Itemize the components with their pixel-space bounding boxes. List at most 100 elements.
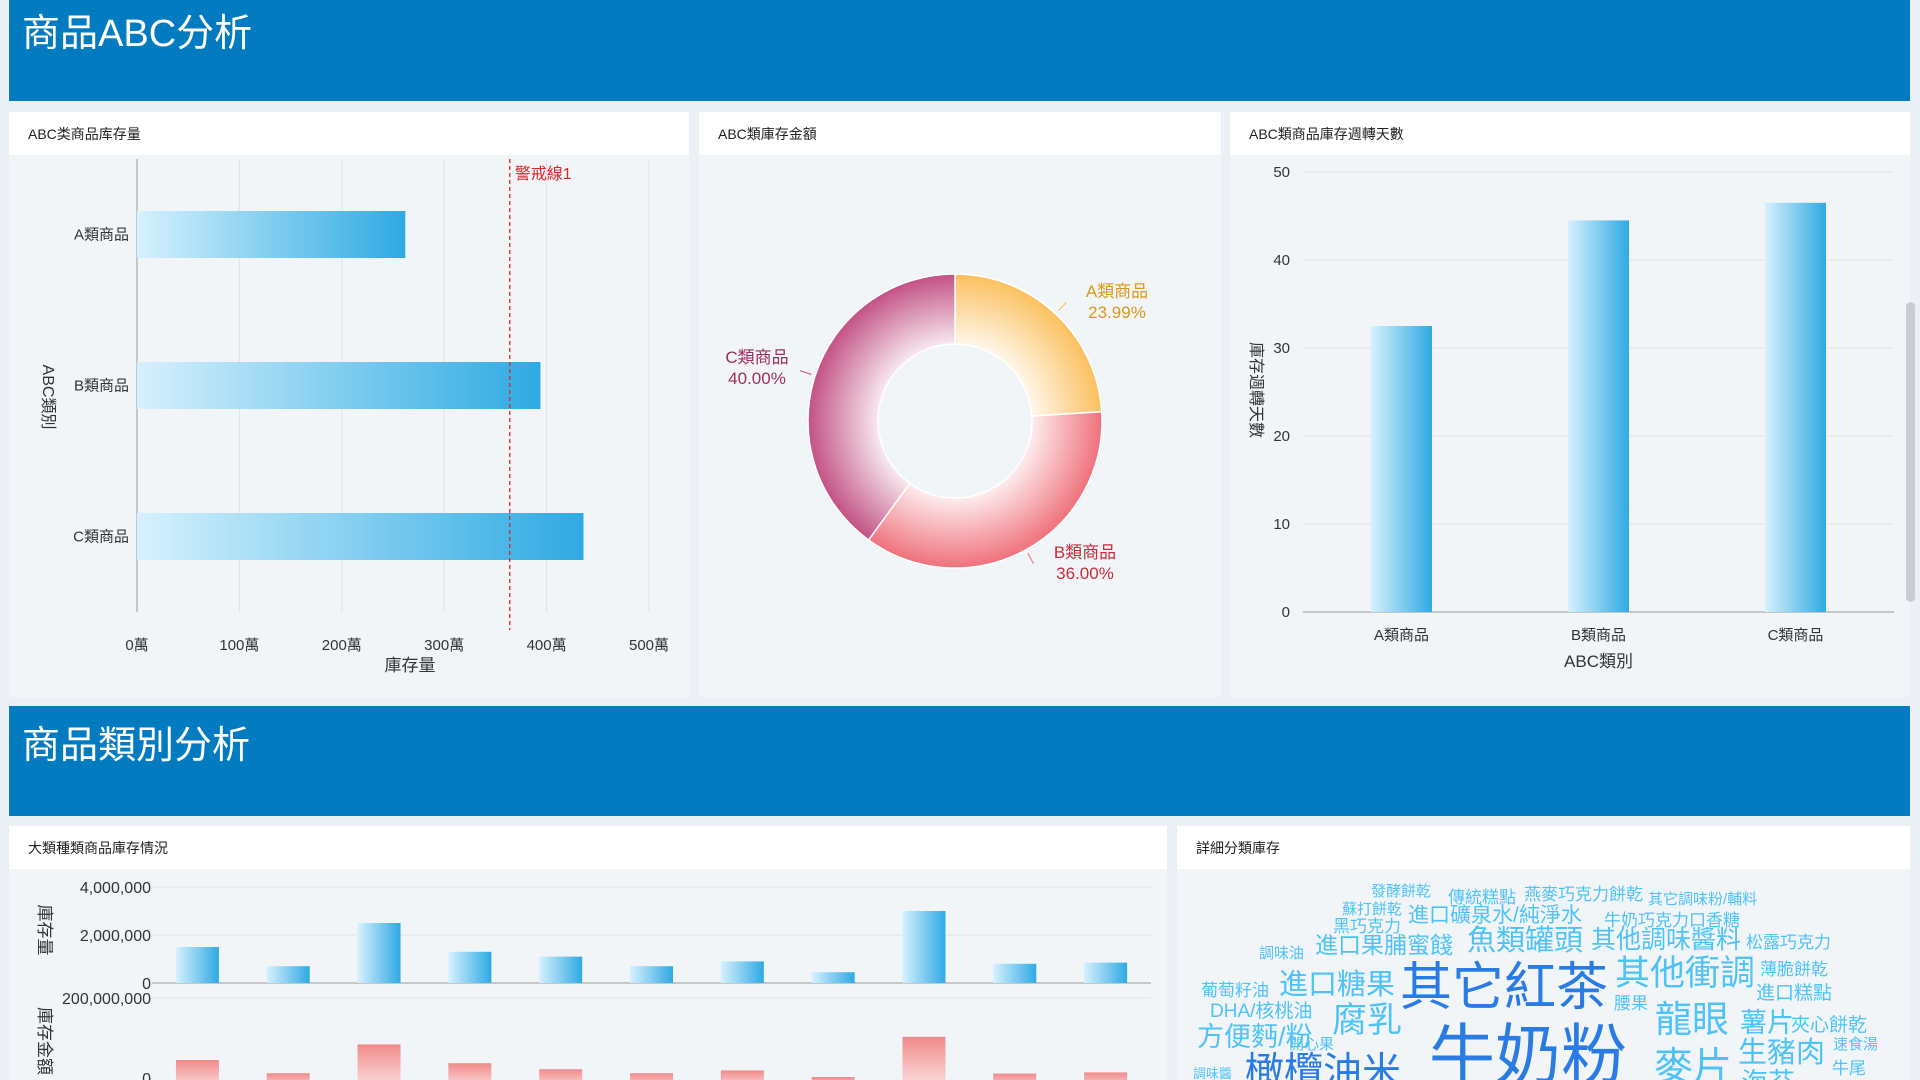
- bottom-bar-1: [175, 1060, 219, 1080]
- x-axis-title: ABC類別: [1564, 652, 1633, 671]
- x-tick-label: 500萬: [629, 637, 669, 654]
- bar-1: [1371, 326, 1432, 612]
- bottom-bar-9: [902, 1036, 946, 1080]
- slice-label: A類商品: [1086, 282, 1148, 301]
- section-abc-banner: 商品ABC分析: [9, 0, 1910, 101]
- x-tick-label: 300萬: [424, 637, 464, 654]
- wordcloud-word: 其它調味粉/輔料: [1648, 890, 1757, 908]
- wordcloud-word: 海苔: [1741, 1068, 1795, 1080]
- detail-wordcloud: 發酵餅乾 傳統糕點 燕麥巧克力餅乾 其它調味粉/輔料蘇打餅乾 進口礦泉水/純淨水 牛奶巧克…: [1193, 883, 1878, 1080]
- wordcloud-word: 進口礦泉水/純淨水: [1408, 904, 1582, 927]
- panel-stock-amount: ABC類庫存金額 A類商品 23.99% B類商品 36.00% C類商品 40.00%: [699, 112, 1221, 697]
- stock-amount-chart: A類商品 23.99% B類商品 36.00% C類商品 40.00%: [725, 273, 1148, 583]
- slice-label: B類商品: [1054, 543, 1116, 562]
- top-bar-7: [720, 961, 764, 983]
- wordcloud-word: 龍眼: [1655, 999, 1729, 1040]
- wordcloud-word: 牛奶粉: [1429, 1018, 1627, 1080]
- wordcloud-word: 調味醬: [1193, 1066, 1232, 1080]
- section-title: 商品類別分析: [22, 725, 251, 767]
- wordcloud-word: 進口果脯蜜餞: [1315, 932, 1453, 958]
- x-axis-title: 庫存量: [385, 656, 436, 675]
- y-axis-title: 庫存金額: [35, 1007, 54, 1075]
- wordcloud-word: 進口糖果: [1279, 968, 1395, 1001]
- y-tick-label: 4,000,000: [80, 880, 151, 897]
- y-tick-label: 10: [1273, 516, 1290, 533]
- stock-qty-chart: 0萬 100萬 200萬 300萬 400萬 500萬 A類商品 B類商品 C類商品 警戒線1 庫存…: [39, 159, 669, 675]
- wordcloud-word: 腐乳: [1332, 1001, 1402, 1040]
- bottom-bar-2: [266, 1073, 310, 1080]
- top-bar-5: [539, 956, 583, 983]
- wordcloud-word: 橄欖油米: [1245, 1051, 1401, 1080]
- wordcloud-word: 牛尾: [1832, 1059, 1866, 1078]
- bottom-bar-10: [993, 1073, 1037, 1080]
- wordcloud-word: 發酵餅乾: [1371, 883, 1431, 900]
- y-tick-label: 2,000,000: [80, 928, 151, 945]
- x-tick-label: 100萬: [219, 637, 259, 654]
- bar-1: [137, 211, 406, 258]
- top-bar-11: [1084, 962, 1128, 983]
- top-bar-10: [993, 963, 1037, 983]
- slice-percent: 40.00%: [728, 369, 786, 388]
- wordcloud-word: 其它紅茶: [1400, 959, 1608, 1017]
- label-leader: [1057, 301, 1067, 312]
- wordcloud-word: 葡萄籽油: [1201, 981, 1269, 1000]
- wordcloud-word: 松露巧克力: [1746, 933, 1831, 952]
- section-title: 商品ABC分析: [22, 13, 253, 55]
- wordcloud-word: DHA/核桃油: [1210, 1000, 1312, 1022]
- y-axis-title: 庫存週轉天數: [1247, 342, 1265, 438]
- bottom-bar-7: [720, 1070, 764, 1080]
- wordcloud-word: 腰果: [1614, 994, 1648, 1013]
- x-tick-label: 400萬: [527, 637, 567, 654]
- wordcloud-word: 調味油: [1259, 945, 1304, 962]
- slice-percent: 23.99%: [1088, 303, 1146, 322]
- y-tick-label: C類商品: [73, 529, 129, 546]
- y-tick-label: A類商品: [74, 227, 129, 244]
- slice-percent: 36.00%: [1056, 564, 1114, 583]
- bar-2: [137, 362, 541, 409]
- x-tick-label: B類商品: [1571, 627, 1626, 644]
- y-tick-label: 50: [1273, 164, 1290, 181]
- wordcloud-word: 麥片: [1654, 1046, 1732, 1080]
- top-bar-2: [266, 966, 310, 983]
- top-bar-4: [448, 951, 492, 983]
- donut-slice-1: [954, 273, 1103, 417]
- wordcloud-word: 其他調味醬料: [1591, 926, 1741, 954]
- bottom-bar-3: [357, 1044, 401, 1080]
- x-tick-label: C類商品: [1768, 627, 1824, 644]
- warning-line-label: 警戒線1: [515, 165, 572, 183]
- y-axis-title: 庫存量: [35, 905, 54, 956]
- y-axis-title: ABC類別: [39, 365, 57, 430]
- category-stock-chart: 4,000,0002,000,0000庫存量200,000,0000庫存金額: [35, 880, 1151, 1080]
- wordcloud-word: 薯片: [1740, 1008, 1794, 1038]
- bottom-bar-6: [630, 1073, 673, 1080]
- bar-3: [1765, 202, 1826, 613]
- top-bar-9: [902, 911, 946, 983]
- y-tick-label: 200,000,000: [62, 991, 151, 1008]
- y-tick-label: 0: [142, 1071, 151, 1080]
- bottom-bar-4: [448, 1063, 492, 1080]
- top-bar-8: [811, 972, 855, 983]
- page-scrollbar[interactable]: [1906, 302, 1915, 602]
- bar-3: [137, 513, 584, 560]
- panel-stock-qty: ABC类商品库存量 0萬 100萬 200萬 300萬 400萬 500萬 A類商品 B類商品…: [9, 112, 689, 697]
- wordcloud-word: 速食湯: [1833, 1036, 1878, 1053]
- bar-2: [1568, 220, 1629, 612]
- wordcloud-word: 薄脆餅乾: [1760, 960, 1828, 979]
- wordcloud-word: 魚類罐頭: [1467, 924, 1583, 957]
- wordcloud-word: 生豬肉: [1738, 1036, 1825, 1069]
- x-tick-label: A類商品: [1374, 627, 1429, 644]
- label-leader: [1027, 553, 1035, 565]
- turnover-chart: 0 10 20 30 40 50 A類商品 B類商品 C類商品 ABC類別 庫存週轉天數: [1247, 164, 1894, 671]
- y-tick-label: 20: [1273, 428, 1290, 445]
- y-tick-label: B類商品: [74, 378, 129, 395]
- label-leader: [799, 370, 812, 375]
- panel-turnover: ABC類商品庫存週轉天數 0 10 20 30 40 50 A類商品 B類商品 C類商品 ABC類…: [1230, 112, 1910, 697]
- panel-detail-stock: 詳細分類庫存 發酵餅乾 傳統糕點 燕麥巧克力餅乾 其它調味粉/輔料 蘇打餅乾 進口礦泉水/…: [1177, 826, 1910, 1080]
- top-bar-3: [357, 923, 401, 983]
- y-tick-label: 30: [1273, 340, 1290, 357]
- section-category-banner: 商品類別分析: [9, 706, 1910, 816]
- slice-label: C類商品: [725, 348, 788, 367]
- x-tick-label: 200萬: [322, 637, 362, 654]
- wordcloud-word: 蘇打餅乾: [1342, 901, 1402, 918]
- x-tick-label: 0萬: [125, 637, 148, 654]
